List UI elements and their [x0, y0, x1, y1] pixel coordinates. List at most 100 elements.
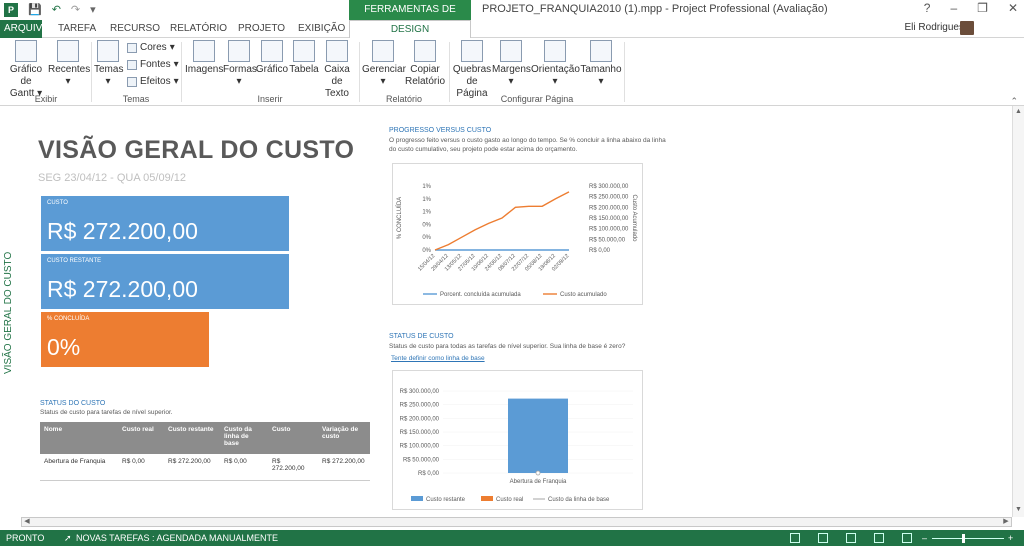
size-button[interactable]: Tamanho ▾	[580, 40, 622, 88]
col-header: Custo restante	[164, 422, 220, 454]
themes-button[interactable]: Temas ▾	[94, 40, 123, 88]
view-icon[interactable]	[790, 533, 800, 543]
quick-access-toolbar: P 💾 ↶ ↷ ▾	[4, 2, 96, 18]
zoom-out-icon[interactable]: –	[922, 530, 927, 546]
zoom-slider-thumb[interactable]	[962, 534, 965, 543]
manage-button[interactable]: Gerenciar ▾	[362, 40, 406, 88]
page-title[interactable]: VISÃO GERAL DO CUSTO	[38, 136, 354, 165]
status-ready: PRONTO	[6, 533, 45, 543]
colors-button[interactable]: Cores ▾	[127, 42, 175, 53]
side-view-label: VISÃO GERAL DO CUSTO	[3, 251, 14, 374]
tab-report[interactable]: RELATÓRIO	[170, 20, 227, 38]
gantt-chart-icon	[15, 40, 37, 62]
series-line	[434, 191, 570, 251]
table-cell: R$ 272.200,00	[318, 454, 370, 481]
chart-button[interactable]: Gráfico	[255, 40, 289, 76]
progress-cost-title: PROGRESSO VERSUS CUSTO	[389, 127, 492, 134]
horizontal-scrollbar[interactable]: ◀ ▶	[21, 517, 1012, 527]
cost-status-chart-box[interactable]: R$ 0,00 R$ 50.000,00 R$ 100.000,00 R$ 150.0…	[392, 370, 643, 510]
tab-design[interactable]: DESIGN	[349, 20, 471, 39]
bar	[508, 398, 568, 473]
col-header: Nome	[40, 422, 118, 454]
legend-label: Custo da linha de base	[548, 497, 610, 503]
table-row[interactable]: Abertura de Franquia R$ 0,00 R$ 272.200,…	[40, 454, 370, 481]
minimize-button[interactable]: –	[950, 1, 957, 15]
manage-icon	[372, 40, 394, 62]
scroll-right-icon[interactable]: ▶	[1001, 517, 1011, 527]
scroll-left-icon[interactable]: ◀	[22, 517, 32, 527]
card-value: R$ 272.200,00	[47, 218, 198, 244]
legend-label: Custo restante	[426, 497, 466, 503]
tab-project[interactable]: PROJETO	[238, 20, 285, 38]
cost-status-table[interactable]: Nome Custo real Custo restante Custo da …	[40, 422, 370, 481]
y2-tick-label: R$ 300.000,00	[589, 184, 629, 190]
images-button[interactable]: Imagens	[185, 40, 223, 76]
legend-label: Custo real	[496, 497, 523, 503]
user-name[interactable]: Eli Rodrigues	[905, 22, 964, 33]
col-header: Custo real	[118, 422, 164, 454]
project-app-icon: P	[4, 3, 18, 17]
baseline-marker	[535, 470, 541, 476]
tab-resource[interactable]: RECURSO	[110, 20, 160, 38]
legend-label: Custo acumulado	[560, 292, 607, 298]
view-icon[interactable]	[874, 533, 884, 543]
restore-button[interactable]: ❐	[977, 1, 988, 15]
report-tools-context-header: FERRAMENTAS DE RELATÓRIO	[349, 0, 471, 35]
cost-card[interactable]: CUSTO R$ 272.200,00	[41, 196, 289, 251]
view-icon[interactable]	[846, 533, 856, 543]
scroll-down-icon[interactable]: ▼	[1014, 506, 1023, 515]
card-value: R$ 272.200,00	[47, 276, 198, 302]
new-tasks-mode[interactable]: NOVAS TAREFAS : AGENDADA MANUALMENTE	[76, 530, 278, 546]
customize-qat-icon[interactable]: ▾	[90, 2, 96, 18]
vertical-scrollbar[interactable]: ▲ ▼	[1012, 106, 1024, 517]
y2-tick-label: R$ 150.000,00	[589, 216, 629, 222]
view-icon[interactable]	[902, 533, 912, 543]
y-tick-label: R$ 150.000,00	[400, 430, 440, 436]
fonts-button[interactable]: Fontes ▾	[127, 59, 179, 70]
set-baseline-link[interactable]: Tente definir como linha de base	[391, 355, 485, 362]
zoom-in-icon[interactable]: +	[1008, 530, 1013, 546]
margins-button[interactable]: Margens ▾	[492, 40, 531, 88]
table-cell: R$ 0,00	[220, 454, 268, 481]
colors-icon	[127, 42, 137, 53]
remaining-cost-card[interactable]: CUSTO RESTANTE R$ 272.200,00	[41, 254, 289, 309]
undo-icon[interactable]: ↶	[52, 2, 61, 18]
y2-tick-label: R$ 0,00	[589, 248, 611, 254]
help-button[interactable]: ?	[924, 1, 931, 15]
tab-file[interactable]: ARQUIVO	[0, 20, 50, 38]
y-tick-label: R$ 100.000,00	[400, 444, 440, 450]
tab-view[interactable]: EXIBIÇÃO	[298, 20, 345, 38]
progress-cost-chart-box[interactable]: 0% 0% 0% 1% 1% 1% R$ 0,00 R$ 50.000,00 R$ 100.00…	[392, 163, 643, 305]
table-button[interactable]: Tabela	[289, 40, 319, 76]
y-axis-label: % CONCLUÍDA	[396, 197, 403, 239]
y2-axis-label: Custo Acumulado	[631, 194, 637, 242]
save-icon[interactable]: 💾	[28, 2, 42, 18]
tab-task[interactable]: TAREFA	[58, 20, 96, 38]
page-breaks-button[interactable]: Quebras de Página	[452, 40, 492, 100]
zoom-slider[interactable]	[932, 538, 1004, 539]
col-header: Custo da linha de base	[220, 422, 268, 454]
scroll-up-icon[interactable]: ▲	[1014, 108, 1023, 117]
view-icon[interactable]	[818, 533, 828, 543]
card-label: CUSTO RESTANTE	[47, 258, 102, 264]
y2-tick-label: R$ 50.000,00	[589, 237, 626, 243]
effects-icon	[127, 76, 137, 87]
table-cell: R$ 272.200,00	[164, 454, 220, 481]
ribbon-design: Gráfico de Gantt ▾ Recentes ▾ Exibir Tema…	[0, 38, 1024, 106]
cost-status-title: STATUS DO CUSTO	[40, 400, 106, 407]
image-icon	[193, 40, 215, 62]
avatar[interactable]	[960, 21, 974, 35]
gantt-chart-button[interactable]: Gráfico de Gantt ▾	[4, 40, 48, 100]
status-bar: PRONTO ➚ NOVAS TAREFAS : AGENDADA MANUAL…	[0, 530, 1024, 546]
recent-button[interactable]: Recentes ▾	[48, 40, 90, 88]
orientation-button[interactable]: Orientação ▾	[531, 40, 580, 88]
close-button[interactable]: ✕	[1008, 1, 1018, 15]
report-dates[interactable]: SEG 23/04/12 - QUA 05/09/12	[38, 172, 186, 184]
effects-button[interactable]: Efeitos ▾	[127, 76, 179, 87]
redo-icon[interactable]: ↷	[71, 2, 80, 18]
table-cell: Abertura de Franquia	[40, 454, 118, 481]
text-box-button[interactable]: Caixa de Texto	[319, 40, 355, 100]
shapes-button[interactable]: Formas ▾	[223, 40, 257, 88]
percent-complete-card[interactable]: % CONCLUÍDA 0%	[41, 312, 209, 367]
copy-report-button[interactable]: Copiar Relatório	[404, 40, 446, 88]
